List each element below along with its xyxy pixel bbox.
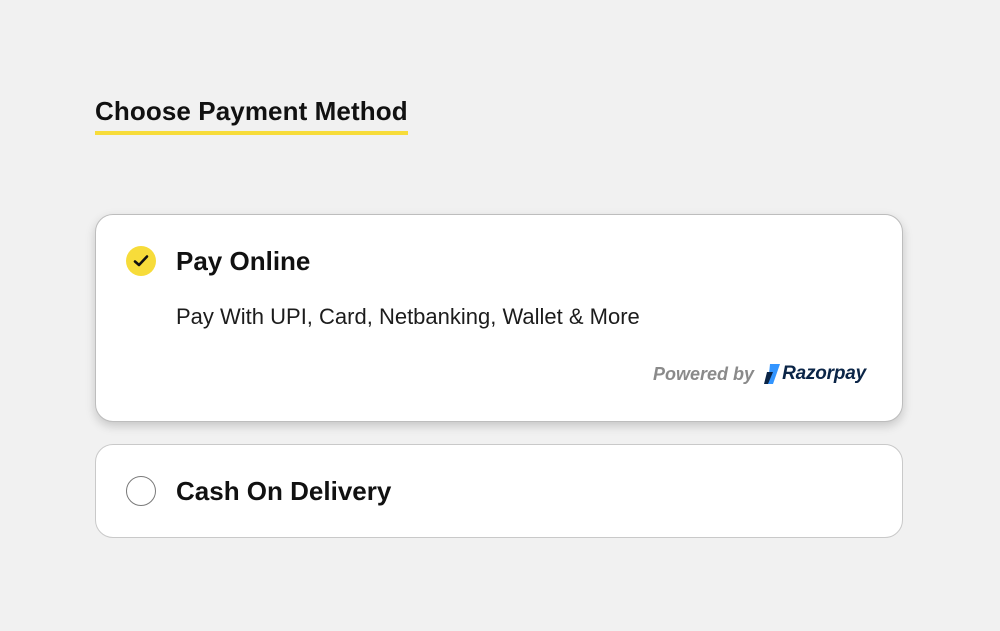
powered-by-label: Powered by: [653, 363, 755, 384]
page-title: Choose Payment Method: [95, 94, 408, 135]
page-header: Choose Payment Method: [95, 94, 408, 135]
razorpay-name: Razorpay: [782, 363, 866, 384]
check-icon: [133, 255, 149, 267]
option-description-pay-online: Pay With UPI, Card, Netbanking, Wallet &…: [176, 304, 640, 329]
razorpay-logo: Razorpay: [764, 363, 866, 385]
radio-selected[interactable]: [126, 246, 156, 276]
option-label-pay-online: Pay Online: [176, 246, 311, 276]
payment-option-pay-online[interactable]: Pay Online Pay With UPI, Card, Netbankin…: [95, 214, 903, 422]
razorpay-logo-icon: [764, 364, 781, 384]
payment-option-cash-on-delivery[interactable]: Cash On Delivery: [95, 444, 903, 538]
option-label-cash-on-delivery: Cash On Delivery: [176, 476, 392, 506]
radio-unselected[interactable]: [126, 476, 156, 506]
powered-by-razorpay: Powered by Razorpay: [653, 363, 866, 385]
